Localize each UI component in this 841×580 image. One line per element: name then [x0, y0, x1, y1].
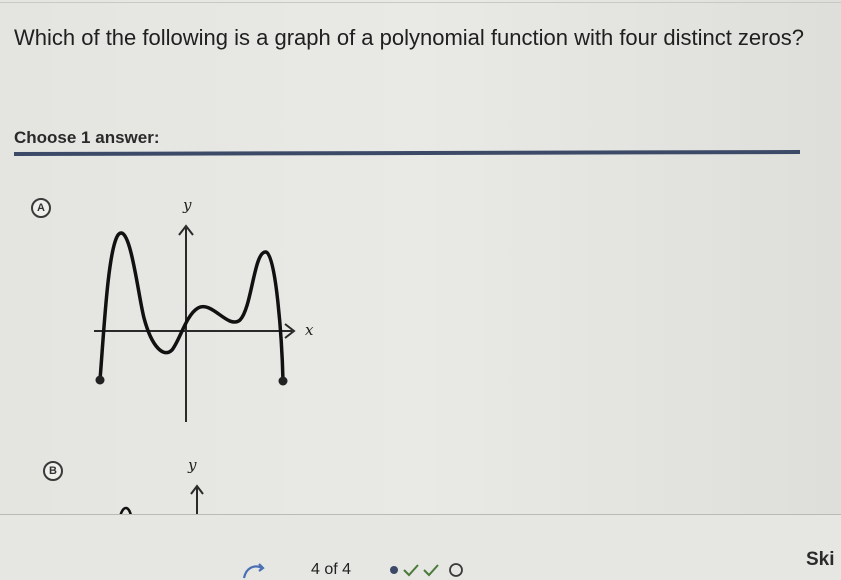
question-text: Which of the following is a graph of a p… — [14, 25, 804, 50]
progress-check-icon — [403, 564, 419, 577]
skip-button[interactable]: Ski — [806, 549, 835, 571]
progress-counter: 4 of 4 — [311, 561, 352, 578]
choice-b-y-axis-label: y — [187, 456, 197, 474]
choice-a-graph[interactable]: y x — [80, 190, 340, 430]
choice-a-radio[interactable]: A — [31, 198, 51, 218]
choice-a-right-endpoint — [278, 376, 288, 386]
exercise-page: Which of the following is a graph of a p… — [0, 0, 841, 580]
choice-b-graph[interactable]: y — [100, 450, 300, 520]
progress-current-dot — [390, 566, 398, 574]
choice-a-x-axis-label: x — [305, 321, 314, 339]
section-divider — [14, 149, 800, 157]
choice-a-y-axis-label: y — [182, 196, 192, 214]
choice-a-curve — [98, 231, 285, 383]
progress-dots — [390, 563, 463, 577]
refresh-icon[interactable] — [240, 556, 270, 580]
progress-empty-dot — [449, 563, 463, 577]
choice-b-radio[interactable]: B — [43, 461, 63, 481]
choose-instructions: Choose 1 answer: — [14, 128, 160, 147]
choice-a-left-endpoint — [95, 375, 105, 385]
top-border — [0, 2, 841, 3]
progress-check-icon — [423, 564, 439, 577]
